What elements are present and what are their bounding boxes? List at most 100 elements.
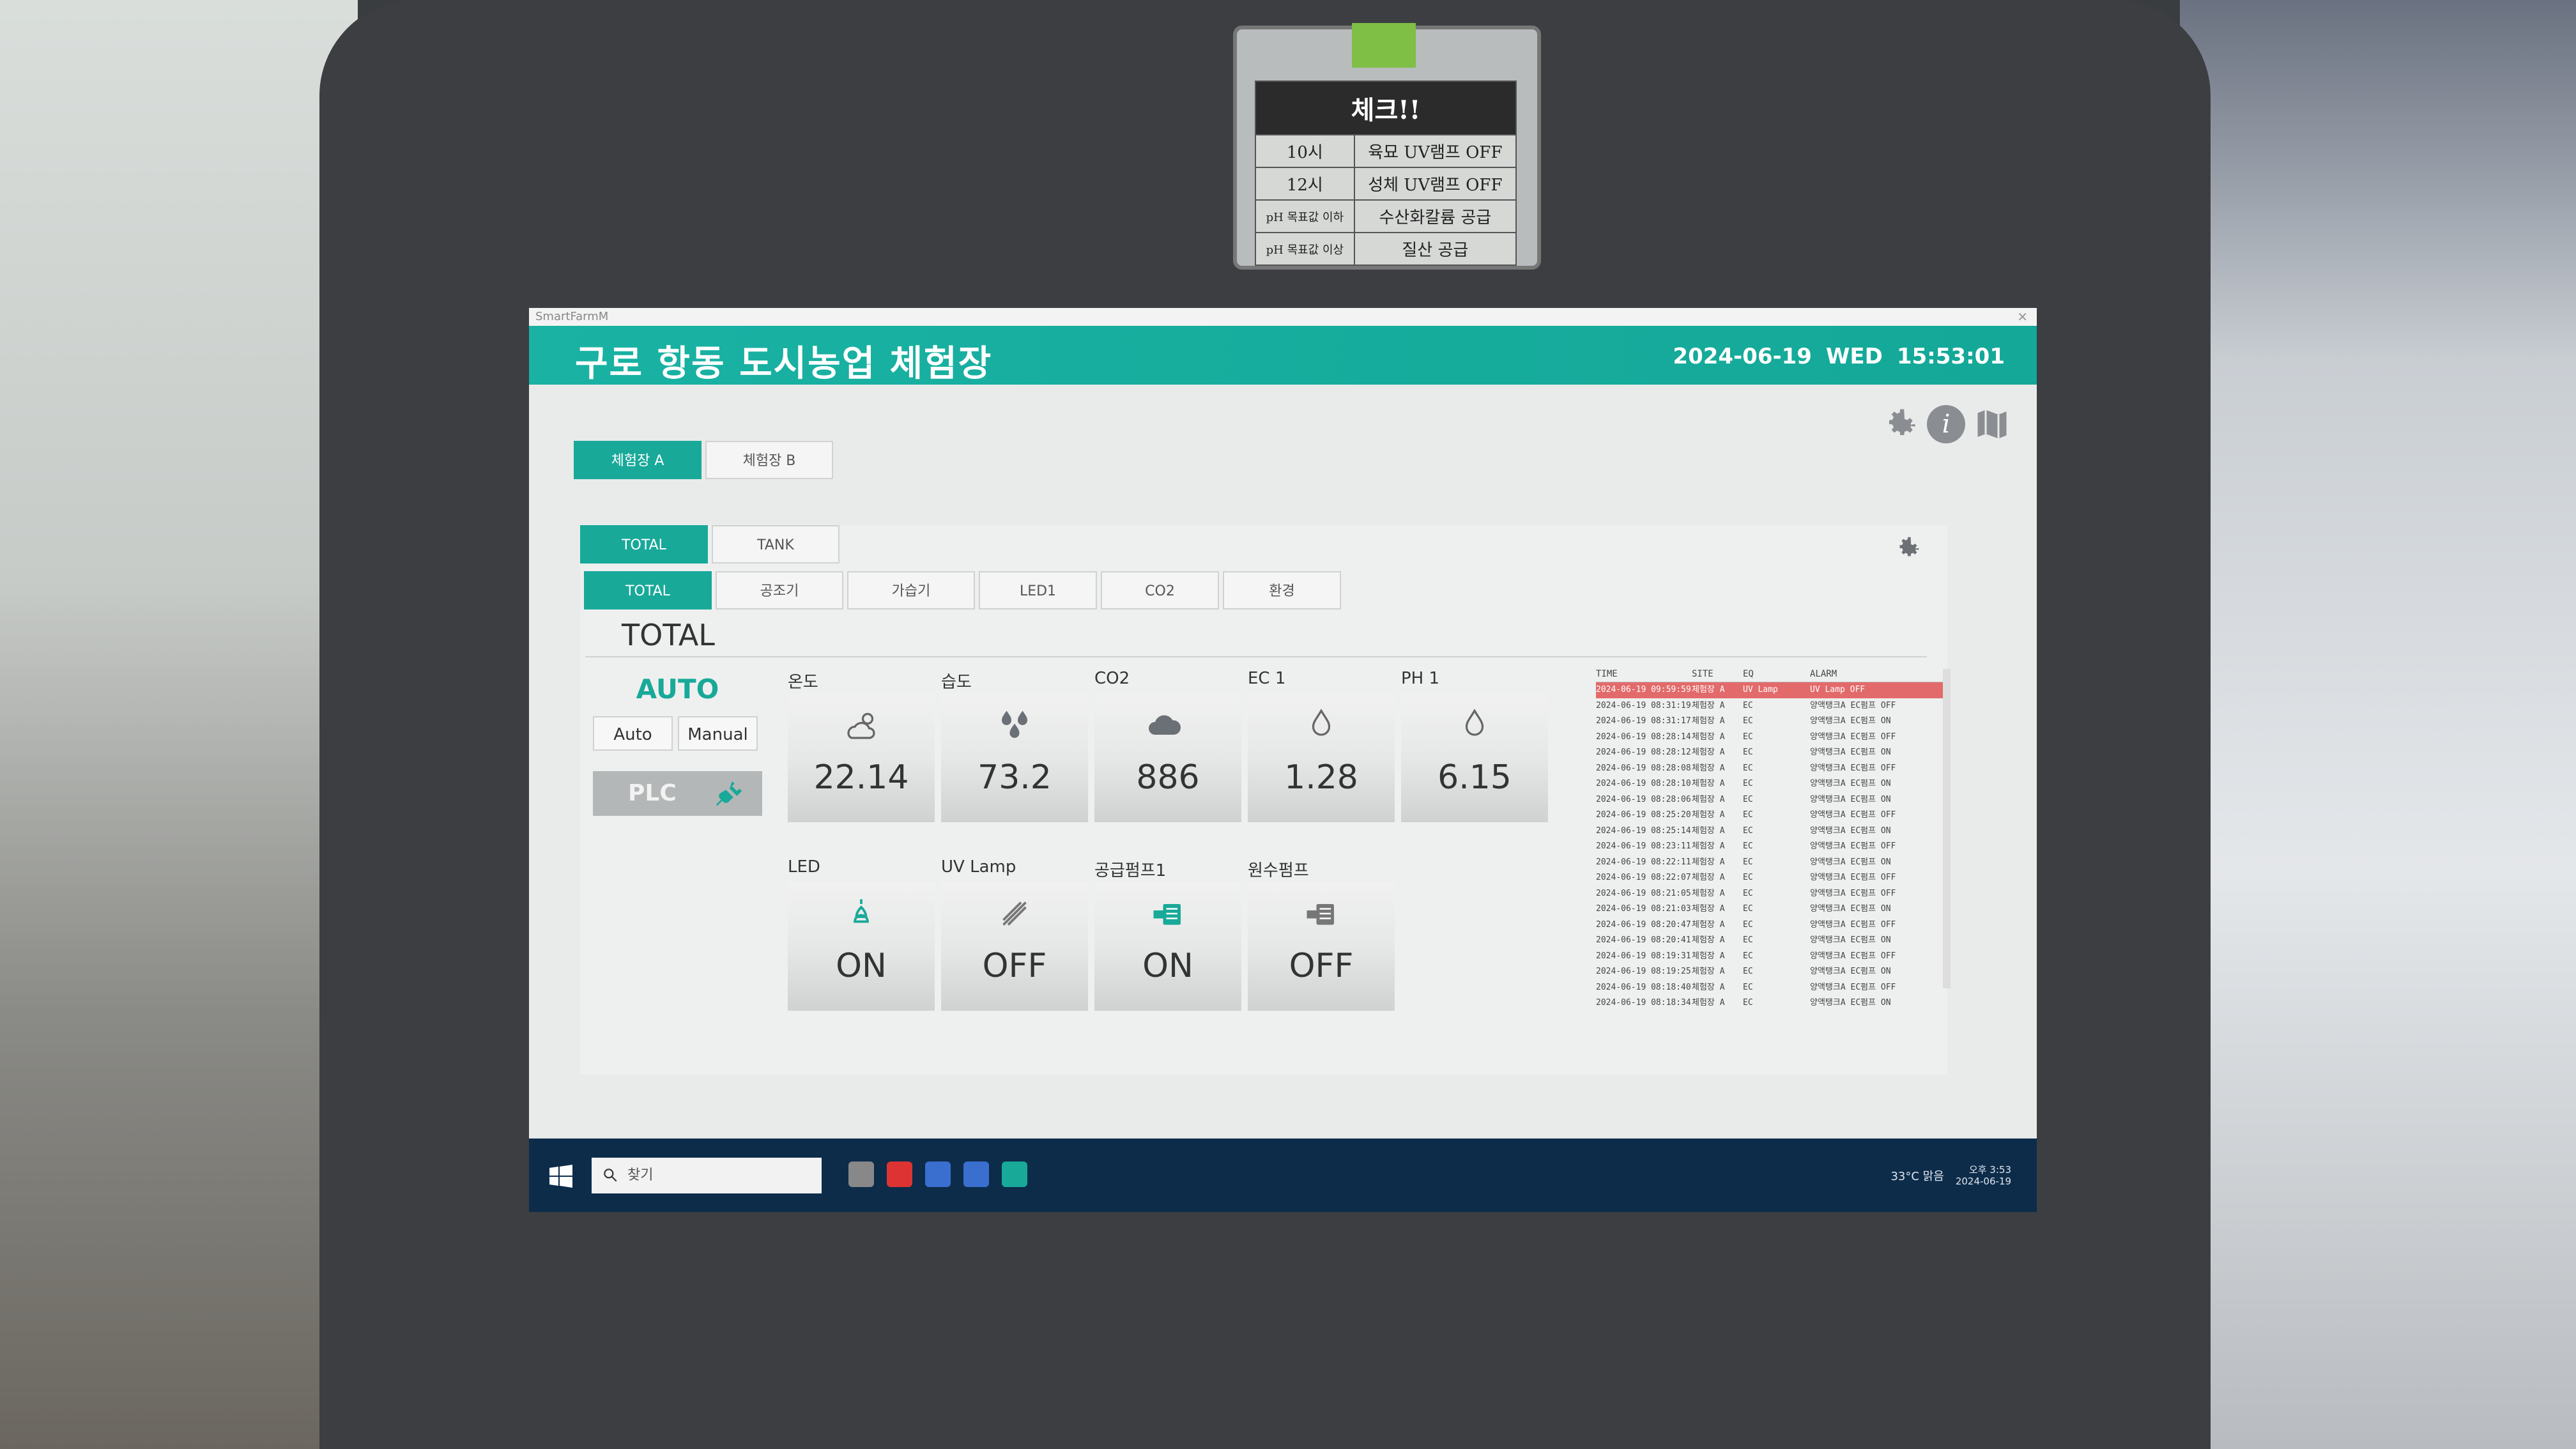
sensor-value-humidity: 73.2 xyxy=(977,758,1052,797)
sub-tabs: TOTAL 공조기 가습기 LED1 CO2 환경 xyxy=(584,571,1341,610)
windows-start-icon[interactable] xyxy=(548,1164,574,1190)
taskbar-app-icon[interactable] xyxy=(925,1162,951,1187)
subtab-total[interactable]: TOTAL xyxy=(584,571,712,610)
alarm-cell: EC xyxy=(1743,967,1753,976)
uv-lamp-icon xyxy=(1002,901,1027,926)
alarm-cell: 2024-06-19 08:28:10 xyxy=(1596,779,1691,788)
sensor-label-temp: 온도 xyxy=(788,673,818,692)
alarm-cell: 체험장 A xyxy=(1692,747,1725,757)
alarm-cell: 체험장 A xyxy=(1692,779,1725,788)
alarm-cell: 체험장 A xyxy=(1692,825,1725,836)
taskbar-app-icon[interactable] xyxy=(963,1162,989,1187)
alarm-cell: 2024-06-19 08:18:34 xyxy=(1596,998,1691,1008)
alarm-row[interactable]: 2024-06-19 08:23:11 체험장 A EC 양액탱크A EC펌프 OFF xyxy=(1596,839,1951,855)
manual-button[interactable]: Manual xyxy=(678,716,758,751)
mode-box: AUTO Auto Manual PLC xyxy=(593,669,762,816)
tab-site-a[interactable]: 체험장 A xyxy=(574,441,702,479)
sensor-card-humidity: 73.2 xyxy=(941,694,1088,822)
alarm-cell: EC xyxy=(1743,982,1753,992)
info-icon[interactable]: i xyxy=(1927,405,1965,443)
sign-when: pH 목표값 이하 xyxy=(1255,199,1355,233)
alarm-col-time: TIME xyxy=(1596,669,1618,679)
alarm-row[interactable]: 2024-06-19 09:59:59 체험장 A UV Lamp UV Lamp O… xyxy=(1596,682,1951,698)
tray-clock[interactable]: 오후 3:53 2024-06-19 xyxy=(1956,1164,2011,1187)
search-placeholder: 찾기 xyxy=(627,1167,654,1183)
subtab-co2[interactable]: CO2 xyxy=(1101,571,1219,610)
alarm-row[interactable]: 2024-06-19 08:28:10 체험장 A EC 양액탱크A EC펌프 ON xyxy=(1596,776,1951,792)
alarm-cell: 체험장 A xyxy=(1692,700,1725,710)
time-text: 15:53:01 xyxy=(1896,344,2005,369)
subtab-led1[interactable]: LED1 xyxy=(979,571,1097,610)
alarm-row[interactable]: 2024-06-19 08:28:06 체험장 A EC 양액탱크A EC펌프 ON xyxy=(1596,792,1951,808)
close-icon[interactable]: ✕ xyxy=(2017,308,2028,326)
alarm-row[interactable]: 2024-06-19 08:19:25 체험장 A EC 양액탱크A EC펌프 ON xyxy=(1596,964,1951,980)
alarm-cell: 양액탱크A EC펌프 OFF xyxy=(1810,810,1896,820)
ec-drop-icon xyxy=(1312,709,1331,736)
sensor-card-temp: 22.14 xyxy=(788,694,935,822)
map-icon[interactable] xyxy=(1973,405,2011,443)
alarm-cell: 체험장 A xyxy=(1692,810,1725,820)
app-header: 구로 항동 도시농업 체험장 2024-06-19 WED 15:53:01 xyxy=(529,326,2037,385)
pump-icon xyxy=(1153,904,1181,925)
alarm-row[interactable]: 2024-06-19 08:31:17 체험장 A EC 양액탱크A EC펌프 ON xyxy=(1596,714,1951,730)
alarm-cell: 양액탱크A EC펌프 OFF xyxy=(1810,841,1896,851)
sign-when: pH 목표값 이상 xyxy=(1255,232,1355,266)
background-right xyxy=(2180,0,2576,1449)
site-tabs: 체험장 A 체험장 B xyxy=(574,441,833,479)
alarm-row[interactable]: 2024-06-19 08:21:05 체험장 A EC 양액탱크A EC펌프 OFF xyxy=(1596,886,1951,902)
alarm-cell: 체험장 A xyxy=(1692,716,1725,726)
sign-what: 질산 공급 xyxy=(1353,232,1517,266)
sign-when: 12시 xyxy=(1255,167,1355,201)
alarm-row[interactable]: 2024-06-19 08:25:20 체험장 A EC 양액탱크A EC펌프 OFF xyxy=(1596,808,1951,824)
settings-gear-icon[interactable] xyxy=(1894,534,1922,562)
alarm-row[interactable]: 2024-06-19 08:28:12 체험장 A EC 양액탱크A EC펌프 ON xyxy=(1596,745,1951,761)
taskbar-search[interactable]: 찾기 xyxy=(592,1158,822,1193)
alarm-row[interactable]: 2024-06-19 08:21:03 체험장 A EC 양액탱크A EC펌프 ON xyxy=(1596,901,1951,917)
taskbar-app-icon[interactable] xyxy=(887,1162,912,1187)
alarm-row[interactable]: 2024-06-19 08:25:14 체험장 A EC 양액탱크A EC펌프 ON xyxy=(1596,824,1951,839)
alarm-cell: 체험장 A xyxy=(1692,685,1725,694)
device-card-raw-pump[interactable]: OFF xyxy=(1248,883,1395,1011)
screen: SmartFarmM ✕ 구로 항동 도시농업 체험장 2024-06-19 WE… xyxy=(529,308,2037,1212)
weather-text[interactable]: 33°C 맑음 xyxy=(1890,1167,1943,1184)
alarm-row[interactable]: 2024-06-19 08:22:07 체험장 A EC 양액탱크A EC펌프 OFF xyxy=(1596,870,1951,886)
subtab-aircon[interactable]: 공조기 xyxy=(716,571,843,610)
alarm-row[interactable]: 2024-06-19 08:19:31 체험장 A EC 양액탱크A EC펌프 OFF xyxy=(1596,949,1951,965)
auto-button[interactable]: Auto xyxy=(593,716,673,751)
tab-site-b[interactable]: 체험장 B xyxy=(705,441,833,479)
sign-clip xyxy=(1352,23,1416,68)
alarm-rows: 2024-06-19 09:59:59 체험장 A UV Lamp UV Lamp O… xyxy=(1596,682,1951,1011)
alarm-row[interactable]: 2024-06-19 08:18:40 체험장 A EC 양액탱크A EC펌프 OFF xyxy=(1596,980,1951,996)
alarm-cell: 체험장 A xyxy=(1692,794,1725,804)
alarm-cell: 양액탱크A EC펌프 ON xyxy=(1810,779,1891,788)
subtab-environment[interactable]: 환경 xyxy=(1223,571,1341,610)
taskbar-app-icon[interactable] xyxy=(848,1162,874,1187)
alarm-cell: 2024-06-19 08:20:47 xyxy=(1596,919,1691,930)
alarm-row[interactable]: 2024-06-19 08:28:14 체험장 A EC 양액탱크A EC펌프 OFF xyxy=(1596,730,1951,746)
alarm-row[interactable]: 2024-06-19 08:20:47 체험장 A EC 양액탱크A EC펌프 OFF xyxy=(1596,917,1951,933)
alarm-row[interactable]: 2024-06-19 08:28:08 체험장 A EC 양액탱크A EC펌프 OFF xyxy=(1596,761,1951,777)
alarm-cell: 2024-06-19 08:31:19 xyxy=(1596,700,1691,710)
device-card-pump1[interactable]: ON xyxy=(1094,883,1241,1011)
alarm-col-site: SITE xyxy=(1692,669,1713,679)
cloud-sun-icon xyxy=(847,712,875,739)
taskbar-app-icon[interactable] xyxy=(1002,1162,1027,1187)
device-card-led[interactable]: ON xyxy=(788,883,935,1011)
alarm-cell: 체험장 A xyxy=(1692,857,1725,867)
alarm-row[interactable]: 2024-06-19 08:31:19 체험장 A EC 양액탱크A EC펌프 OFF xyxy=(1596,698,1951,714)
device-card-uv[interactable]: OFF xyxy=(941,883,1088,1011)
gear-icon[interactable] xyxy=(1881,405,1919,443)
tab-tank[interactable]: TANK xyxy=(712,525,839,564)
alarm-row[interactable]: 2024-06-19 08:22:11 체험장 A EC 양액탱크A EC펌프 ON xyxy=(1596,855,1951,871)
day-text: WED xyxy=(1825,344,1883,369)
alarm-scrollbar[interactable] xyxy=(1943,669,1951,988)
subtab-humidifier[interactable]: 가습기 xyxy=(847,571,975,610)
alarm-row[interactable]: 2024-06-19 08:20:41 체험장 A EC 양액탱크A EC펌프 ON xyxy=(1596,933,1951,949)
device-label-led: LED xyxy=(788,857,820,877)
system-tray: 33°C 맑음 오후 3:53 2024-06-19 xyxy=(1890,1164,2011,1187)
mode-buttons: Auto Manual xyxy=(593,716,758,751)
alarm-row[interactable]: 2024-06-19 08:18:34 체험장 A EC 양액탱크A EC펌프 ON xyxy=(1596,995,1951,1011)
alarm-cell: 체험장 A xyxy=(1692,873,1725,882)
app-window: SmartFarmM ✕ 구로 항동 도시농업 체험장 2024-06-19 WE… xyxy=(529,308,2037,1138)
tab-total[interactable]: TOTAL xyxy=(580,525,708,564)
